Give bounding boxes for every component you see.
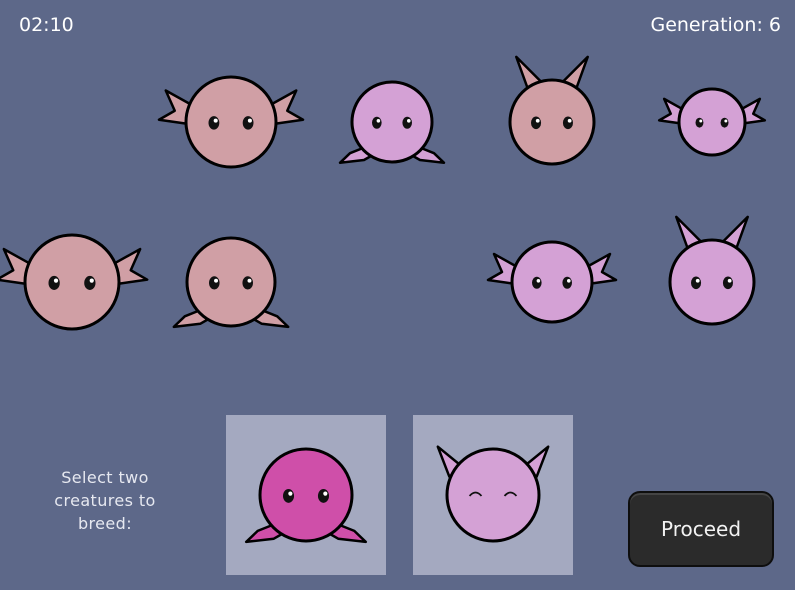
creature-sprite xyxy=(157,75,305,169)
creature-sprite xyxy=(657,87,767,157)
creature-sprite xyxy=(486,240,618,324)
creature-sprite xyxy=(668,215,756,326)
proceed-button[interactable]: Proceed xyxy=(628,491,774,567)
creature-4[interactable] xyxy=(646,56,778,188)
creature-sprite xyxy=(338,80,446,165)
selected-creature-1[interactable] xyxy=(214,403,398,587)
creature-8[interactable] xyxy=(628,198,795,366)
parent-slot-2[interactable] xyxy=(413,415,573,575)
creature-sprite xyxy=(244,447,368,544)
parent-slot-1[interactable] xyxy=(226,415,386,575)
creature-1[interactable] xyxy=(141,32,321,212)
creature-sprite xyxy=(172,236,290,329)
creature-sprite xyxy=(0,233,149,331)
generation-counter: Generation: 6 xyxy=(650,14,781,36)
creature-3[interactable] xyxy=(468,38,636,206)
selected-creature-2[interactable] xyxy=(401,403,585,587)
creature-5[interactable] xyxy=(0,188,166,376)
creature-6[interactable] xyxy=(143,194,319,370)
timer: 02:10 xyxy=(19,14,74,36)
creature-2[interactable] xyxy=(312,42,472,202)
select-prompt: Select two creatures to breed: xyxy=(54,468,156,533)
creature-sprite xyxy=(436,445,550,543)
creature-7[interactable] xyxy=(472,202,632,362)
creature-sprite xyxy=(508,55,596,166)
